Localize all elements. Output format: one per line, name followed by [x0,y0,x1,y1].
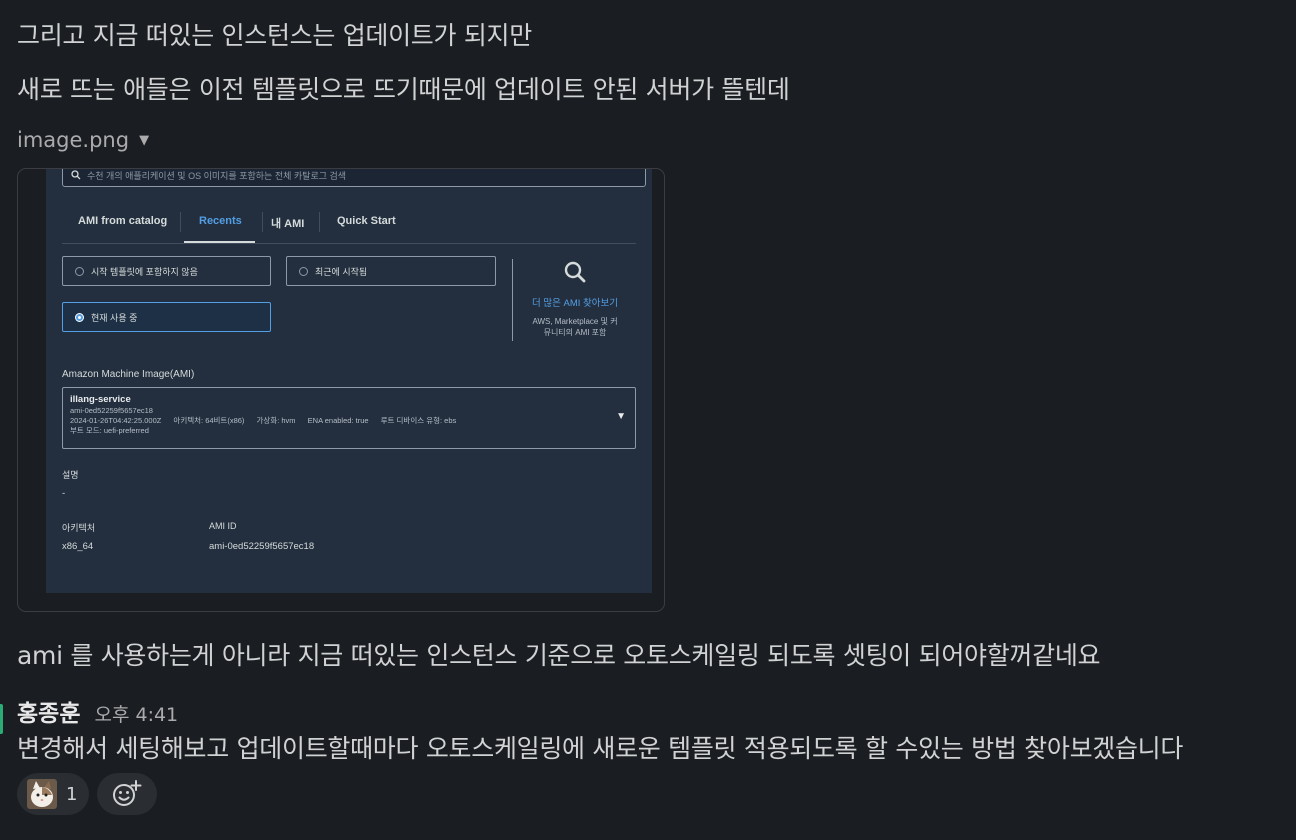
search-icon [71,170,81,180]
search-placeholder: 수천 개의 애플리케이션 및 OS 이미지를 포함하는 전체 카탈로그 검색 [87,170,347,181]
reaction-pill[interactable]: 1 [17,773,89,815]
description-value: - [62,488,66,499]
architecture-label: 아키텍처 [62,523,96,533]
ami-section-label: Amazon Machine Image(AMI) [62,369,195,380]
tab-recents: Recents [199,215,242,227]
description-label: 설명 [62,470,79,480]
browse-desc-line1: AWS, Marketplace 및 커 [532,317,618,326]
add-reaction-button[interactable] [97,773,157,815]
radio-currently-in-use: 현재 사용 중 [62,302,271,332]
tab-ami-from-catalog: AMI from catalog [78,215,168,227]
radio-label: 현재 사용 중 [91,312,138,323]
attachment-filename[interactable]: image.png [17,128,129,152]
tab-my-ami: 내 AMI [271,218,305,230]
browse-more-ami: 더 많은 AMI 찾아보기 AWS, Marketplace 및 커 뮤니티의 … [516,259,634,338]
tab-quick-start: Quick Start [337,215,396,227]
browse-more-ami-link: 더 많은 AMI 찾아보기 [532,298,618,309]
radio-label: 시작 템플릿에 포함하지 않음 [91,266,198,277]
ami-id-label: AMI ID [209,521,237,531]
caret-down-icon[interactable]: ▼ [139,133,149,148]
ami-ena: ENA enabled: true [307,416,369,425]
ami-boot: 부트 모드: uefi-preferred [70,426,149,435]
radio-recently-launched: 최근에 시작됨 [286,256,496,286]
message-highlight-bar [0,704,3,734]
attachment-header[interactable]: image.png ▼ [17,128,149,152]
add-emoji-icon [113,780,142,806]
ami-id-value: ami-0ed52259f5657ec18 [209,541,315,552]
aws-console-screenshot: 수천 개의 애플리케이션 및 OS 이미지를 포함하는 전체 카탈로그 검색 A… [46,169,652,593]
message-line-3: ami 를 사용하는게 아니라 지금 떠있는 인스턴스 기준으로 오토스케일링 … [17,641,1101,670]
divider [512,259,513,341]
dropdown-arrow-icon: ▼ [616,411,626,422]
ami-date: 2024-01-26T04:42:25.000Z [70,416,162,425]
tab-divider [262,212,263,232]
magnifier-icon [564,261,586,283]
message-sender: 홍종훈 오후 4:41 [17,694,178,728]
reaction-count: 1 [66,783,78,805]
ami-root: 루트 디바이스 유형: ebs [380,416,457,425]
ami-select: illang-service ami-0ed52259f5657ec18 202… [62,387,636,449]
ami-name: illang-service [70,394,131,405]
message-line-2: 새로 뜨는 애들은 이전 템플릿으로 뜨기때문에 업데이트 안된 서버가 뜰텐데 [17,75,790,104]
tab-divider [319,212,320,232]
tab-divider [180,212,181,232]
ami-id-line: ami-0ed52259f5657ec18 [70,406,153,415]
ami-arch: 아키텍처: 64비트(x86) [173,416,245,425]
catalog-search-input: 수천 개의 애플리케이션 및 OS 이미지를 포함하는 전체 카탈로그 검색 [62,169,646,187]
radio-icon [299,266,308,276]
radio-not-in-template: 시작 템플릿에 포함하지 않음 [62,256,271,286]
active-tab-underline [184,241,255,243]
sender-name[interactable]: 홍종훈 [17,694,80,728]
ami-virt: 가상화: hvm [256,416,296,425]
message-line-4: 변경해서 세팅해보고 업데이트할때마다 오토스케일링에 새로운 템플릿 적용되도… [17,734,1184,763]
ami-tabs: AMI from catalog Recents 내 AMI Quick Sta… [62,207,636,244]
radio-label: 최근에 시작됨 [315,266,368,277]
architecture-value: x86_64 [62,541,94,552]
radio-selected-icon [75,312,84,322]
message-timestamp[interactable]: 오후 4:41 [94,700,178,727]
image-attachment[interactable]: 수천 개의 애플리케이션 및 OS 이미지를 포함하는 전체 카탈로그 검색 A… [17,168,665,612]
ami-meta: 2024-01-26T04:42:25.000Z 아키텍처: 64비트(x86)… [70,416,628,426]
message-line-1: 그리고 지금 떠있는 인스턴스는 업데이트가 되지만 [17,21,532,50]
cat-face-icon [27,779,57,809]
browse-desc-line2: 뮤니티의 AMI 포함 [543,328,607,337]
radio-icon [75,266,84,276]
